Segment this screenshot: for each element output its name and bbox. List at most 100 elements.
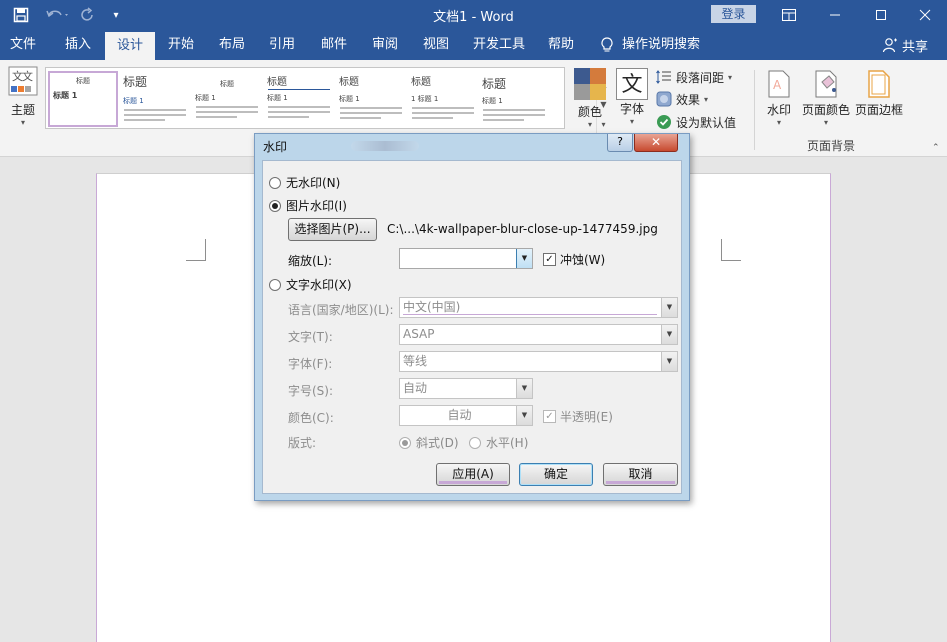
undo-icon[interactable] [42,4,74,26]
share-button[interactable]: 共享 [882,30,928,60]
size-select[interactable]: 自动 ▼ [399,378,533,399]
fonts-dropdown-icon: ▾ [629,117,634,126]
style-title: 标题 [482,77,507,91]
tab-home[interactable]: 开始 [158,30,204,60]
style-thumb[interactable]: 标题 标题 1 [265,71,333,127]
text-select[interactable]: ASAP ▼ [399,324,678,345]
checkmark-icon [657,115,671,129]
collapse-ribbon-icon[interactable]: ⌃ [932,143,940,153]
style-thumb[interactable]: 标题 标题 1 [480,71,548,127]
page-color-button[interactable]: 页面颜色 ▾ [800,70,852,127]
radio-dot [469,436,481,449]
tab-mailings[interactable]: 邮件 [311,30,357,60]
colors-icon [574,68,606,100]
style-thumb[interactable]: 标题 标题 1 [193,71,261,127]
watermark-button[interactable]: A 水印 ▾ [763,70,795,127]
horizontal-radio[interactable]: 水平(H) [469,434,528,451]
tab-design[interactable]: 设计 [105,32,155,60]
style-heading: 标题 1 [195,94,216,102]
tab-layout[interactable]: 布局 [209,30,255,60]
tab-review[interactable]: 审阅 [362,30,408,60]
radio-dot [269,278,281,291]
language-label: 语言(国家/地区)(L): [288,303,394,317]
ok-button[interactable]: 确定 [519,463,593,486]
cancel-label: 取消 [628,467,653,481]
tab-file[interactable]: 文件 [0,30,46,60]
customize-icon[interactable]: ▾ [108,4,124,26]
radio-dot [269,176,281,189]
colors-button[interactable]: 颜色 ▾ [573,68,607,129]
chevron-down-icon[interactable]: ▼ [516,379,532,398]
tab-view[interactable]: 视图 [413,30,459,60]
semitransparent-checkbox[interactable]: ✓ 半透明(E) [543,408,613,425]
tell-me-search[interactable]: 操作说明搜索 [600,30,700,60]
focus-underline [403,314,657,315]
style-heading: 标题 1 [482,97,503,105]
chevron-down-icon[interactable]: ▼ [661,325,677,344]
chevron-down-icon[interactable]: ▼ [516,406,532,425]
tab-references[interactable]: 引用 [259,30,305,60]
chevron-down-icon[interactable]: ▼ [661,352,677,371]
page-borders-icon [868,70,890,98]
text-label: 文字(T): [288,330,333,344]
fonts-button[interactable]: 文 字体 ▾ [614,68,650,126]
help-button[interactable]: ? [607,134,633,152]
group-label-page-background: 页面背景 [807,139,856,153]
chevron-down-icon[interactable]: ▼ [661,298,677,317]
dialog-body: 无水印(N) 图片水印(I) 选择图片(P)... C:\...\4k-wall… [262,160,682,494]
tab-developer[interactable]: 开发工具 [468,30,530,60]
chevron-down-icon[interactable]: ▼ [516,249,532,268]
language-select[interactable]: 中文(中国) ▼ [399,297,678,318]
font-label: 字体(F): [288,357,333,371]
login-button[interactable]: 登录 [711,5,756,23]
font-select[interactable]: 等线 ▼ [399,351,678,372]
diagonal-label: 斜式(D) [416,436,459,450]
style-title: 标题 [76,77,90,85]
tab-insert[interactable]: 插入 [55,30,101,60]
style-thumb[interactable]: 标题 1 标题 1 [409,71,477,127]
ribbon-tabs: 文件 插入 设计 开始 布局 引用 邮件 审阅 视图 开发工具 帮助 操作说明搜… [0,30,947,60]
style-thumb[interactable]: 标题 标题 1 [121,71,189,127]
paragraph-spacing-button[interactable]: 段落间距 ▾ [656,67,732,87]
dialog-close-button[interactable]: ✕ [634,134,678,152]
text-watermark-radio[interactable]: 文字水印(X) [269,276,352,293]
button-highlight-bar [439,481,507,484]
checkbox-checked-icon: ✓ [543,410,556,423]
style-heading: 标题 1 [53,91,78,100]
save-icon[interactable] [8,4,34,26]
scale-select[interactable]: ▼ [399,248,533,269]
colors-label: 颜色 [577,105,602,119]
style-heading: 标题 1 [123,97,144,105]
font-value: 等线 [403,354,428,368]
style-title: 标题 [267,77,287,88]
maximize-icon[interactable] [858,0,904,30]
style-title: 标题 [339,77,359,88]
paragraph-spacing-label: 段落间距 [676,70,725,85]
cancel-button[interactable]: 取消 [603,463,678,486]
watermark-dropdown-icon: ▾ [776,118,781,127]
picture-path: C:\...\4k-wallpaper-blur-close-up-147745… [387,222,658,236]
style-thumb[interactable]: 标题 标题 1 [48,71,118,127]
color-value: 自动 [447,408,472,422]
diagonal-radio[interactable]: 斜式(D) [399,434,459,451]
no-watermark-radio[interactable]: 无水印(N) [269,174,340,191]
set-default-button[interactable]: 设为默认值 [656,112,736,132]
page-borders-button[interactable]: 页面边框 [853,70,905,118]
tab-help[interactable]: 帮助 [538,30,584,60]
no-watermark-label: 无水印(N) [286,176,341,190]
color-select[interactable]: 自动 ▼ [399,405,533,426]
redo-icon[interactable] [78,4,98,26]
minimize-icon[interactable] [812,0,858,30]
apply-button[interactable]: 应用(A) [436,463,510,486]
style-thumb[interactable]: 标题 标题 1 [337,71,405,127]
text-watermark-label: 文字水印(X) [286,278,352,292]
ribbon-display-icon[interactable] [766,0,812,30]
picture-watermark-radio[interactable]: 图片水印(I) [269,197,347,214]
semitransparent-label: 半透明(E) [560,410,613,424]
select-picture-button[interactable]: 选择图片(P)... [288,218,377,241]
washout-checkbox[interactable]: ✓ 冲蚀(W) [543,251,605,268]
lightbulb-icon [601,37,613,52]
close-icon[interactable] [902,0,947,30]
theme-button[interactable]: 文文 主题 ▾ [6,66,40,127]
effects-button[interactable]: 效果 ▾ [656,89,708,109]
